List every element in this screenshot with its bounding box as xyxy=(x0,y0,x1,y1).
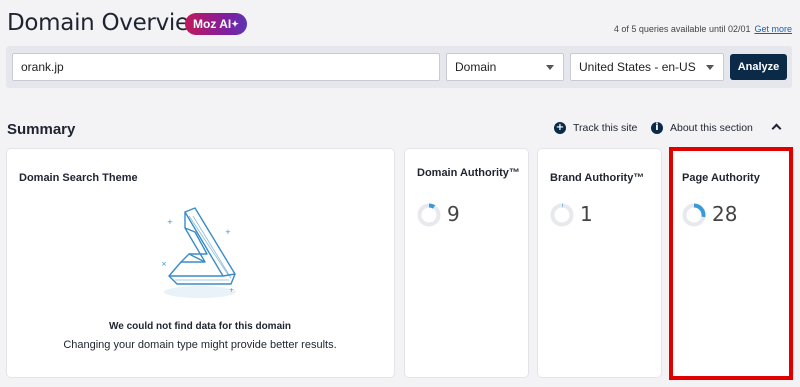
domain-input[interactable]: orank.jp xyxy=(12,53,440,81)
chevron-down-icon xyxy=(706,65,714,70)
summary-heading: Summary xyxy=(7,121,76,138)
track-site-button[interactable]: + Track this site xyxy=(554,122,637,134)
info-icon: i xyxy=(651,122,663,134)
query-quota: 4 of 5 queries available until 02/01 Get … xyxy=(614,24,792,34)
impossible-triangle-illustration: × + + + xyxy=(161,207,236,298)
metric-title: Domain Authority™ xyxy=(417,167,520,179)
moz-ai-label: Moz AI xyxy=(193,17,232,31)
domain-type-select[interactable]: Domain xyxy=(446,53,564,81)
analyze-button[interactable]: Analyze xyxy=(730,54,787,80)
card-title: Domain Search Theme xyxy=(19,172,138,184)
brand-authority-gauge xyxy=(550,203,574,227)
svg-text:+: + xyxy=(167,218,173,226)
about-section-label: About this section xyxy=(670,122,753,134)
domain-authority-card: Domain Authority™ 9 xyxy=(405,149,528,377)
quota-text: 4 of 5 queries available until 02/01 xyxy=(613,24,751,34)
collapse-icon[interactable] xyxy=(771,123,782,134)
track-site-label: Track this site xyxy=(573,122,638,134)
domain-authority-value: 9 xyxy=(447,202,460,226)
svg-text:+: + xyxy=(225,228,231,236)
empty-state-title: We could not find data for this domain xyxy=(108,321,292,332)
svg-text:×: × xyxy=(161,260,167,268)
domain-type-value: Domain xyxy=(455,60,497,74)
empty-state-hint: Changing your domain type might provide … xyxy=(63,339,337,351)
brand-authority-value: 1 xyxy=(580,202,593,226)
domain-authority-gauge xyxy=(417,203,441,227)
locale-value: United States - en-US xyxy=(579,60,696,74)
brand-authority-card: Brand Authority™ 1 xyxy=(538,149,661,377)
metric-title: Brand Authority™ xyxy=(550,172,645,184)
domain-search-theme-card: Domain Search Theme × + + + We could not… xyxy=(7,149,394,377)
get-more-link[interactable]: Get more xyxy=(754,24,792,34)
page-title: Domain Overview xyxy=(7,10,208,36)
locale-select[interactable]: United States - en-US xyxy=(570,53,724,81)
chevron-down-icon xyxy=(546,65,554,70)
svg-text:+: + xyxy=(229,287,234,294)
about-section-button[interactable]: i About this section xyxy=(651,122,753,134)
sparkle-icon: ✦ xyxy=(231,19,239,29)
highlight-box xyxy=(669,147,793,380)
moz-ai-badge[interactable]: Moz AI✦ xyxy=(185,13,247,35)
search-bar: orank.jp Domain United States - en-US An… xyxy=(6,46,792,88)
plus-icon: + xyxy=(554,122,566,134)
